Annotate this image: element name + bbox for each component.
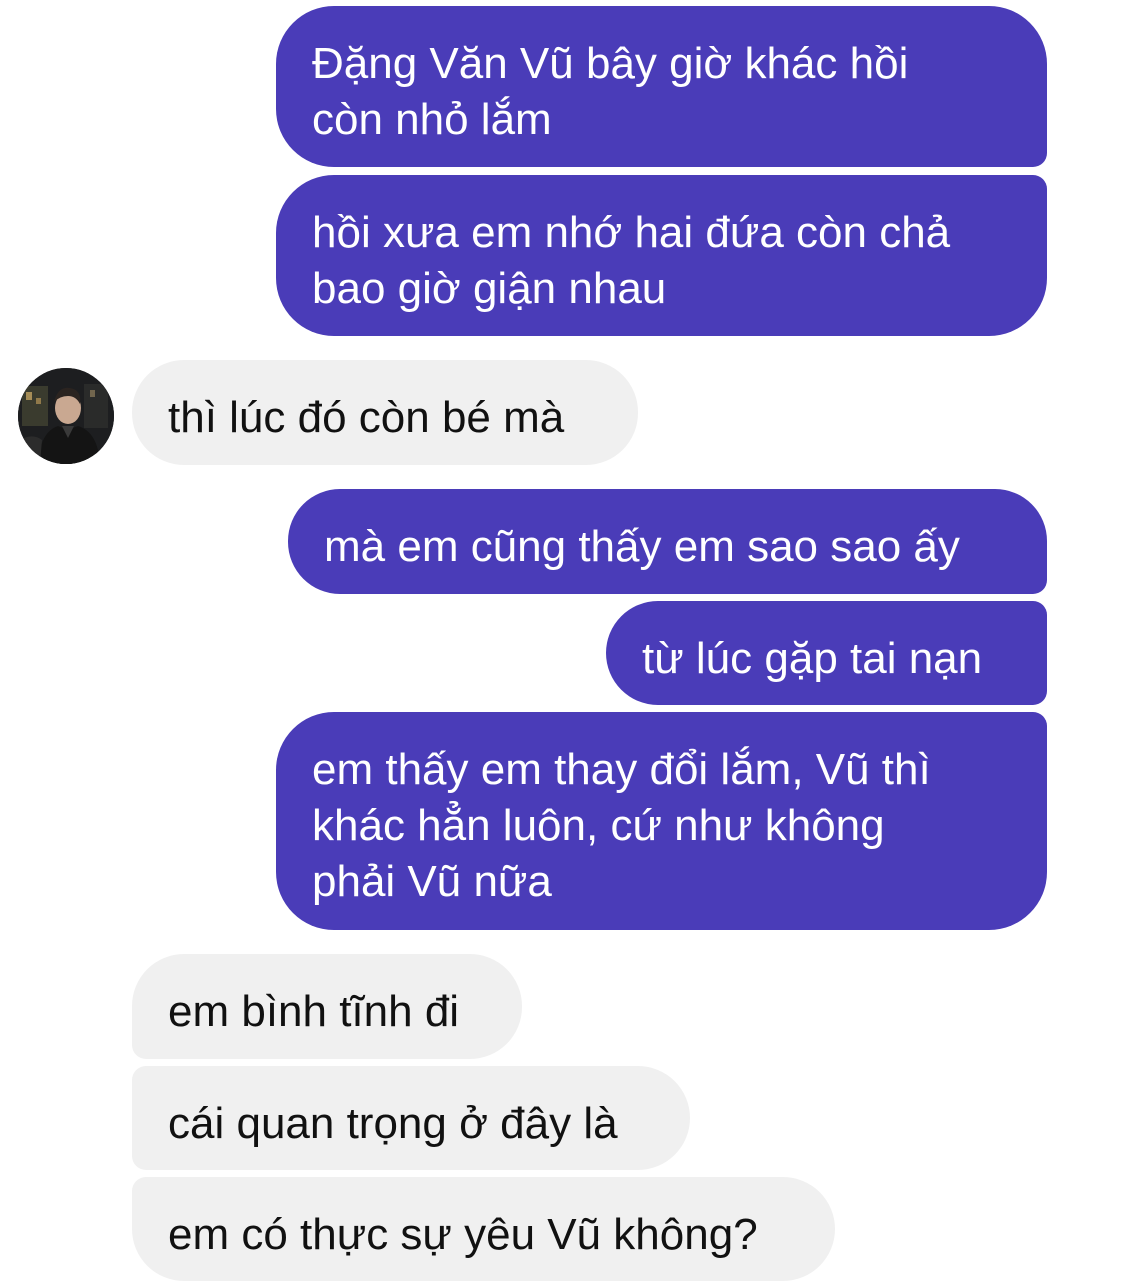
- message-bubble-received[interactable]: cái quan trọng ở đây là: [132, 1066, 690, 1170]
- message-bubble-sent[interactable]: em thấy em thay đổi lắm, Vũ thì khác hẳn…: [276, 712, 1047, 930]
- message-bubble-sent[interactable]: Đặng Văn Vũ bây giờ khác hồi còn nhỏ lắm: [276, 6, 1047, 167]
- message-bubble-received[interactable]: em bình tĩnh đi: [132, 954, 522, 1059]
- message-bubble-sent[interactable]: từ lúc gặp tai nạn: [606, 601, 1047, 705]
- contact-avatar[interactable]: [18, 368, 114, 464]
- message-bubble-sent[interactable]: hồi xưa em nhớ hai đứa còn chả bao giờ g…: [276, 175, 1047, 336]
- message-bubble-received[interactable]: thì lúc đó còn bé mà: [132, 360, 638, 465]
- contact-avatar-photo-icon: [18, 368, 114, 464]
- message-bubble-sent[interactable]: mà em cũng thấy em sao sao ấy: [288, 489, 1047, 594]
- message-bubble-received[interactable]: em có thực sự yêu Vũ không?: [132, 1177, 835, 1281]
